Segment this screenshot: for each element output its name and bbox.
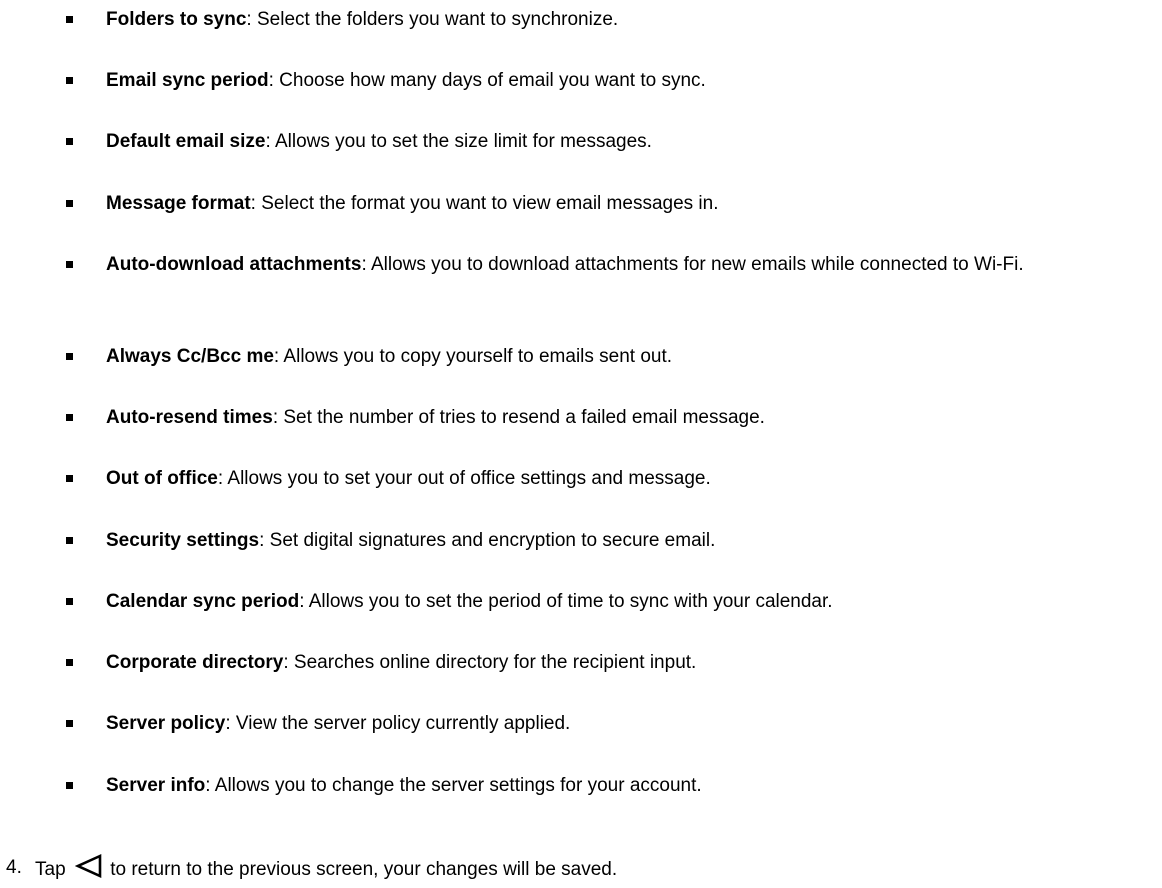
item-desc: : Set digital signatures and encryption … — [259, 530, 716, 551]
step-text-after-icon: to return to the previous screen, your c… — [110, 859, 618, 880]
item-desc: : Allows you to set the period of time t… — [299, 591, 833, 612]
item-term: Auto-download attachments — [106, 254, 362, 275]
document-page: Folders to sync: Select the folders you … — [0, 0, 1162, 888]
item-desc: : Select the format you want to view ema… — [250, 193, 719, 214]
item-desc: : Allows you to set your out of office s… — [217, 468, 711, 489]
list-item-always-cc-bcc-me: Always Cc/Bcc me: Allows you to copy you… — [66, 343, 1156, 371]
list-item-email-sync-period: Email sync period: Choose how many days … — [66, 67, 1156, 95]
list-item-security-settings: Security settings: Set digital signature… — [66, 527, 1156, 555]
item-desc: : Allows you to copy yourself to emails … — [273, 346, 673, 367]
list-item-calendar-sync-period: Calendar sync period: Allows you to set … — [66, 588, 1156, 616]
bullet-icon — [66, 261, 73, 268]
bullet-icon — [66, 138, 73, 145]
step-number: 4. — [6, 857, 22, 878]
item-term: Folders to sync — [106, 9, 247, 30]
item-desc: : Searches online directory for the reci… — [283, 652, 697, 673]
step-text: Tap to return to the previous screen, yo… — [35, 854, 617, 884]
item-term: Corporate directory — [106, 652, 284, 673]
item-desc: : Set the number of tries to resend a fa… — [272, 407, 765, 428]
item-term: Auto-resend times — [106, 407, 273, 428]
item-desc: : Allows you to change the server settin… — [205, 775, 702, 796]
item-term: Server policy — [106, 713, 226, 734]
list-item-auto-download-attachments: Auto-download attachments: Allows you to… — [66, 251, 1156, 279]
item-term: Server info — [106, 775, 206, 796]
bullet-icon — [66, 598, 73, 605]
bullet-icon — [66, 782, 73, 789]
list-item-auto-resend-times: Auto-resend times: Set the number of tri… — [66, 404, 1156, 432]
bullet-icon — [66, 16, 73, 23]
back-triangle-icon — [74, 854, 102, 878]
item-desc: : Allows you to set the size limit for m… — [265, 131, 652, 152]
item-desc: : Choose how many days of email you want… — [268, 70, 706, 91]
list-item-corporate-directory: Corporate directory: Searches online dir… — [66, 649, 1156, 677]
item-term: Message format — [106, 193, 251, 214]
item-desc: : Allows you to download attachments for… — [361, 254, 1024, 275]
item-term: Email sync period — [106, 70, 269, 91]
bullet-icon — [66, 537, 73, 544]
bullet-icon — [66, 77, 73, 84]
item-desc: : Select the folders you want to synchro… — [246, 9, 619, 30]
step-text-before-icon: Tap — [35, 859, 66, 880]
list-item-folders-to-sync: Folders to sync: Select the folders you … — [66, 6, 1156, 34]
item-term: Default email size — [106, 131, 266, 152]
bullet-icon — [66, 200, 73, 207]
item-term: Security settings — [106, 530, 260, 551]
bullet-icon — [66, 659, 73, 666]
list-item-server-policy: Server policy: View the server policy cu… — [66, 710, 1156, 738]
list-item-server-info: Server info: Allows you to change the se… — [66, 772, 1156, 800]
list-item-default-email-size: Default email size: Allows you to set th… — [66, 128, 1156, 156]
item-term: Out of office — [106, 468, 218, 489]
list-item-out-of-office: Out of office: Allows you to set your ou… — [66, 465, 1156, 493]
bullet-icon — [66, 414, 73, 421]
bullet-icon — [66, 353, 73, 360]
bullet-icon — [66, 475, 73, 482]
item-term: Calendar sync period — [106, 591, 300, 612]
list-item-message-format: Message format: Select the format you wa… — [66, 190, 1156, 218]
item-desc: : View the server policy currently appli… — [225, 713, 571, 734]
item-term: Always Cc/Bcc me — [106, 346, 274, 367]
bullet-icon — [66, 720, 73, 727]
